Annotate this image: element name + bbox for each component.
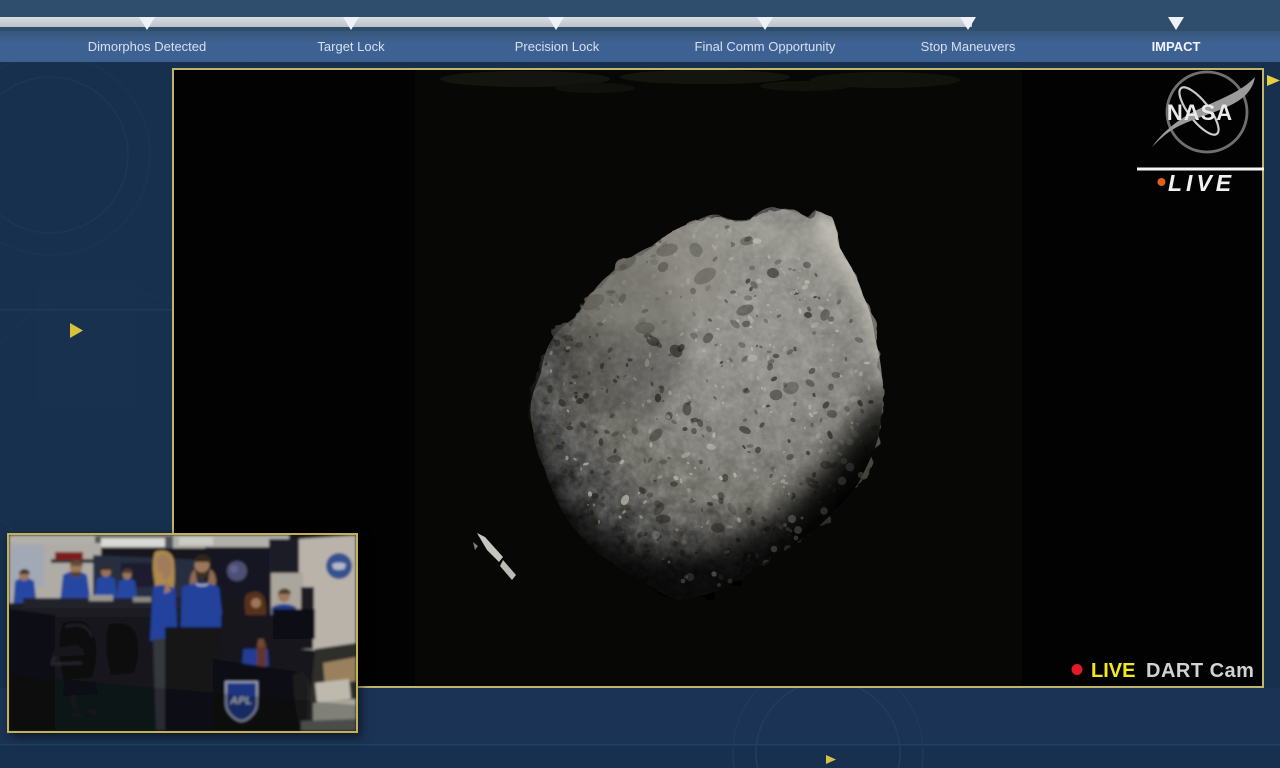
svg-text:LIVE: LIVE: [1091, 660, 1135, 682]
svg-text:DART Cam: DART Cam: [1146, 660, 1254, 682]
svg-text:NASA: NASA: [1167, 100, 1233, 125]
svg-text:LIVE: LIVE: [1168, 170, 1235, 196]
